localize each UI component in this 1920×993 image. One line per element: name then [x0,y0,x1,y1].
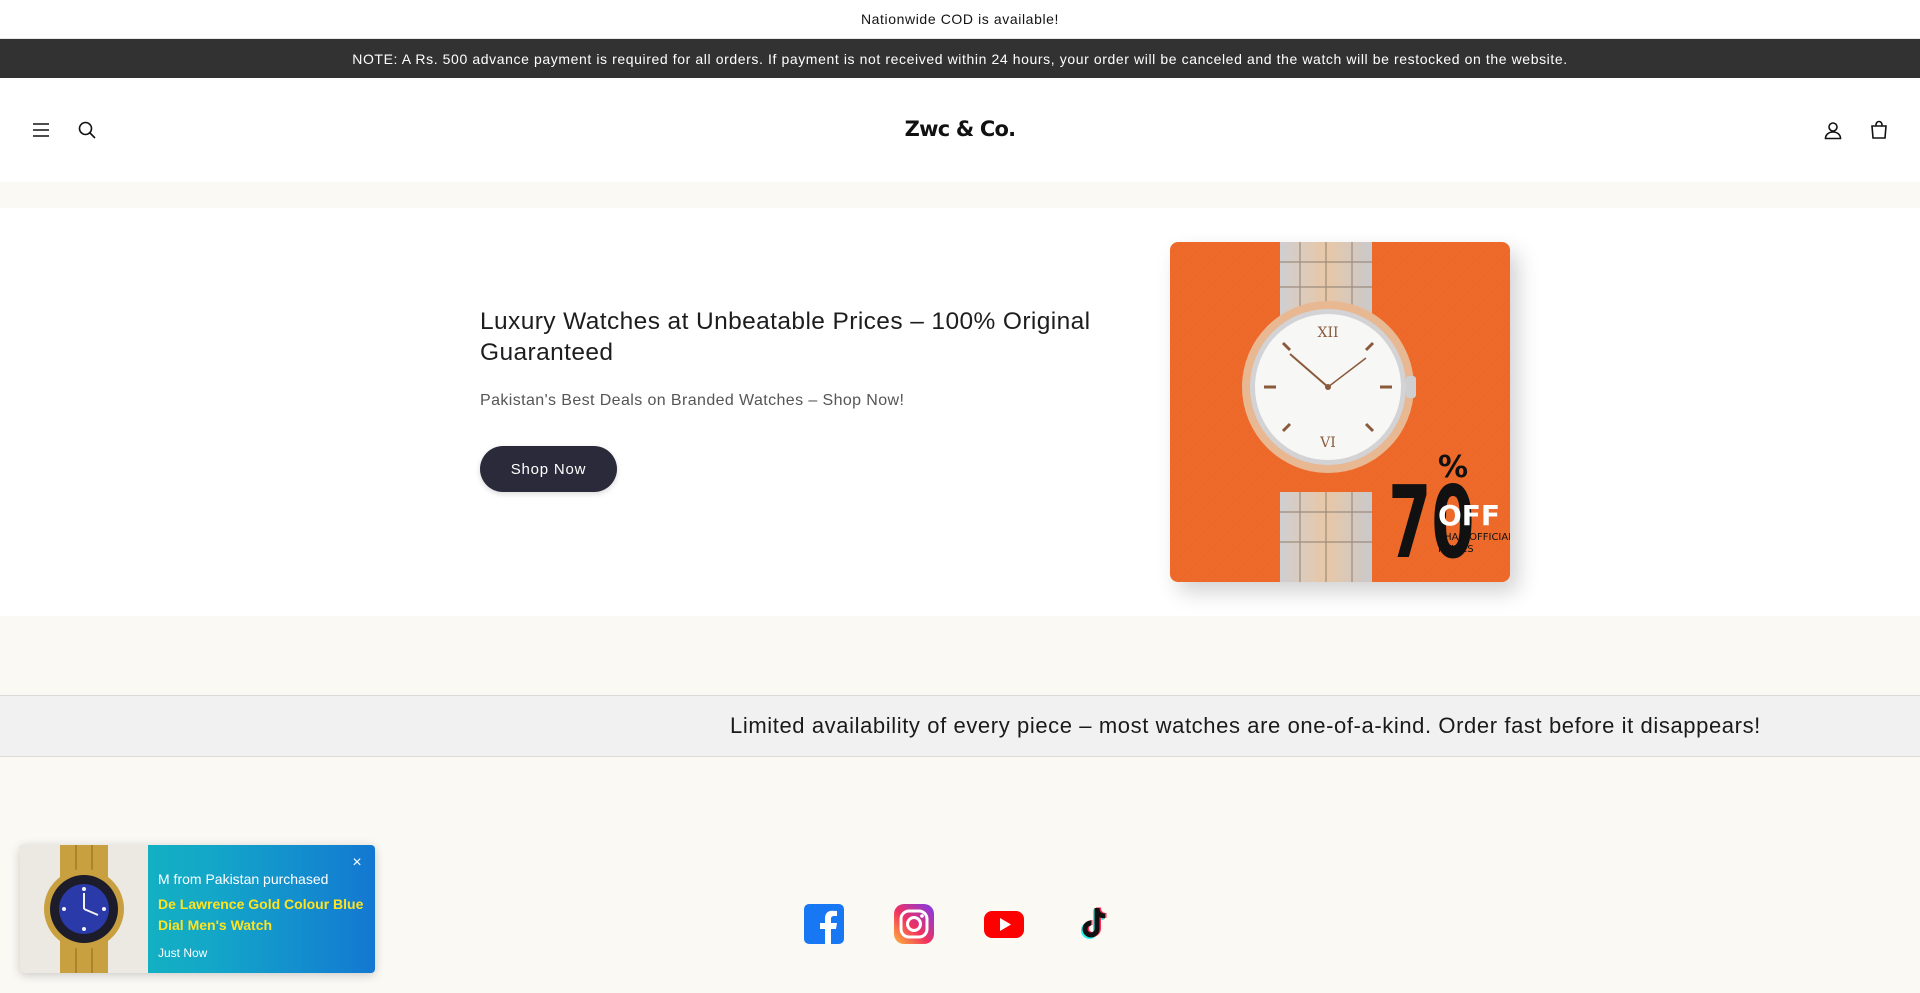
hero-top-band [0,182,1920,208]
popup-buyer-text: M from Pakistan purchased [158,871,329,887]
sale-line2: PRICES [1438,544,1474,555]
hero-watch-image[interactable]: XII VI 70 % OFF THAN OFFICIAL PRICES [1170,242,1510,582]
hero-text-block: Luxury Watches at Unbeatable Prices – 10… [480,306,1100,492]
social-links [804,904,1114,944]
scrolling-announcement-text: Limited availability of every piece – mo… [730,713,1761,738]
hero-subtitle: Pakistan's Best Deals on Branded Watches… [480,392,905,409]
hero-title: Luxury Watches at Unbeatable Prices – 10… [480,308,1091,366]
svg-text:VI: VI [1319,435,1336,451]
cart-icon[interactable] [1860,111,1898,149]
announcement-cod-text: Nationwide COD is available! [860,11,1060,27]
header-left-actions [22,111,106,149]
hero-banner: Luxury Watches at Unbeatable Prices – 10… [0,208,1920,616]
shop-now-button[interactable]: Shop Now [480,446,617,492]
site-logo[interactable]: Zwc & Co. [905,117,1016,141]
popup-product-link[interactable]: De Lawrence Gold Colour Blue Dial Men's … [158,894,365,936]
scrolling-announcement: Limited availability of every piece – mo… [0,695,1920,757]
sale-off: OFF [1438,499,1500,532]
recent-purchase-popup[interactable]: M from Pakistan purchased De Lawrence Go… [20,845,375,973]
header-right-actions [1814,111,1898,149]
facebook-icon[interactable] [804,904,844,944]
popup-content: M from Pakistan purchased De Lawrence Go… [148,845,375,973]
purchased-watch-thumbnail[interactable] [20,845,148,973]
announcement-note-text: NOTE: A Rs. 500 advance payment is requi… [352,50,1568,67]
youtube-icon[interactable] [984,904,1024,944]
tiktok-icon[interactable] [1074,904,1114,944]
announcement-bar-note: NOTE: A Rs. 500 advance payment is requi… [0,39,1920,78]
close-icon[interactable]: × [349,855,365,871]
search-icon[interactable] [68,111,106,149]
popup-time: Just Now [158,946,208,960]
account-icon[interactable] [1814,111,1852,149]
sale-percent: % [1438,450,1468,485]
svg-text:XII: XII [1317,325,1338,341]
announcement-bar-top: Nationwide COD is available! [0,0,1920,39]
hero-bottom-band [0,616,1920,695]
site-header: Zwc & Co. [0,78,1920,182]
sale-line1: THAN OFFICIAL [1437,532,1510,543]
instagram-icon[interactable] [894,904,934,944]
watch-sale-graphic: XII VI 70 % OFF THAN OFFICIAL PRICES [1170,242,1510,582]
menu-icon[interactable] [22,111,60,149]
